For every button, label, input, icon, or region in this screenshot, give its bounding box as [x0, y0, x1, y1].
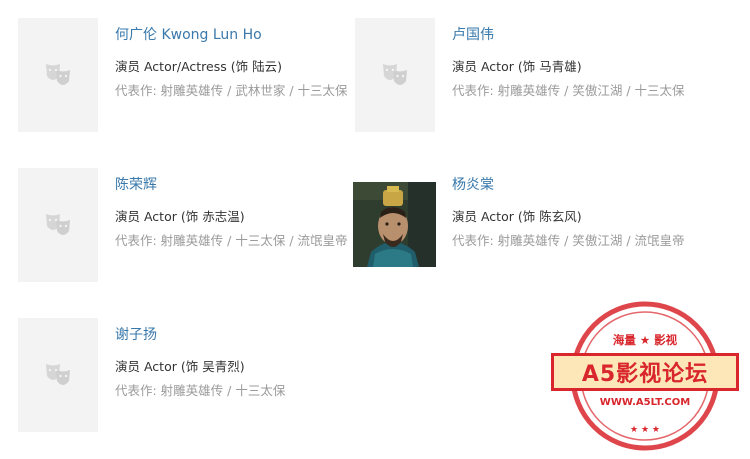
cast-name-link[interactable]: 何广伦 Kwong Lun Ho	[115, 24, 262, 44]
stamp-url: WWW.A5LT.COM	[599, 397, 691, 408]
cast-thumbnail[interactable]	[18, 168, 98, 282]
cast-card: 杨炎棠 演员 Actor (饰 陈玄风) 代表作: 射雕英雄传 / 笑傲江湖 /…	[353, 168, 698, 283]
cast-name-link[interactable]: 陈荣辉	[115, 174, 157, 194]
watermark-stamp: ★ ★ ★ 海量 ★ 影视 A5影视论坛 WWW.A5LT.COM	[545, 298, 745, 454]
cast-works: 代表作: 射雕英雄传 / 笑傲江湖 / 十三太保	[452, 83, 685, 98]
theater-mask-icon	[46, 64, 70, 85]
cast-works: 代表作: 射雕英雄传 / 武林世家 / 十三太保	[115, 83, 348, 98]
theater-mask-icon	[46, 214, 70, 235]
cast-works: 代表作: 射雕英雄传 / 笑傲江湖 / 流氓皇帝	[452, 233, 685, 248]
cast-role: 演员 Actor (饰 吴青烈)	[115, 359, 245, 374]
theater-mask-icon	[46, 364, 70, 385]
cast-works: 代表作: 射雕英雄传 / 十三太保	[115, 383, 286, 398]
cast-thumbnail[interactable]	[355, 18, 435, 132]
stamp-title: A5影视论坛	[551, 353, 739, 391]
cast-card: 卢国伟 演员 Actor (饰 马青雄) 代表作: 射雕英雄传 / 笑傲江湖 /…	[355, 18, 700, 133]
cast-thumbnail[interactable]	[18, 18, 98, 132]
cast-name-link[interactable]: 杨炎棠	[452, 174, 494, 194]
cast-role: 演员 Actor (饰 赤志温)	[115, 209, 245, 224]
cast-role: 演员 Actor (饰 马青雄)	[452, 59, 582, 74]
cast-card: 何广伦 Kwong Lun Ho 演员 Actor/Actress (饰 陆云)…	[18, 18, 363, 133]
theater-mask-icon	[383, 64, 407, 85]
cast-card: 陈荣辉 演员 Actor (饰 赤志温) 代表作: 射雕英雄传 / 十三太保 /…	[18, 168, 363, 283]
cast-name-link[interactable]: 卢国伟	[452, 24, 494, 44]
cast-thumbnail[interactable]	[18, 318, 98, 432]
cast-works: 代表作: 射雕英雄传 / 十三太保 / 流氓皇帝	[115, 233, 348, 248]
stamp-top-text: 海量 ★ 影视	[612, 333, 678, 347]
actor-photo[interactable]	[353, 182, 436, 267]
cast-card: 谢子扬 演员 Actor (饰 吴青烈) 代表作: 射雕英雄传 / 十三太保	[18, 318, 363, 433]
cast-role: 演员 Actor (饰 陈玄风)	[452, 209, 582, 224]
cast-name-link[interactable]: 谢子扬	[115, 324, 157, 344]
svg-text:★ ★ ★: ★ ★ ★	[630, 425, 660, 435]
cast-role: 演员 Actor/Actress (饰 陆云)	[115, 59, 282, 74]
